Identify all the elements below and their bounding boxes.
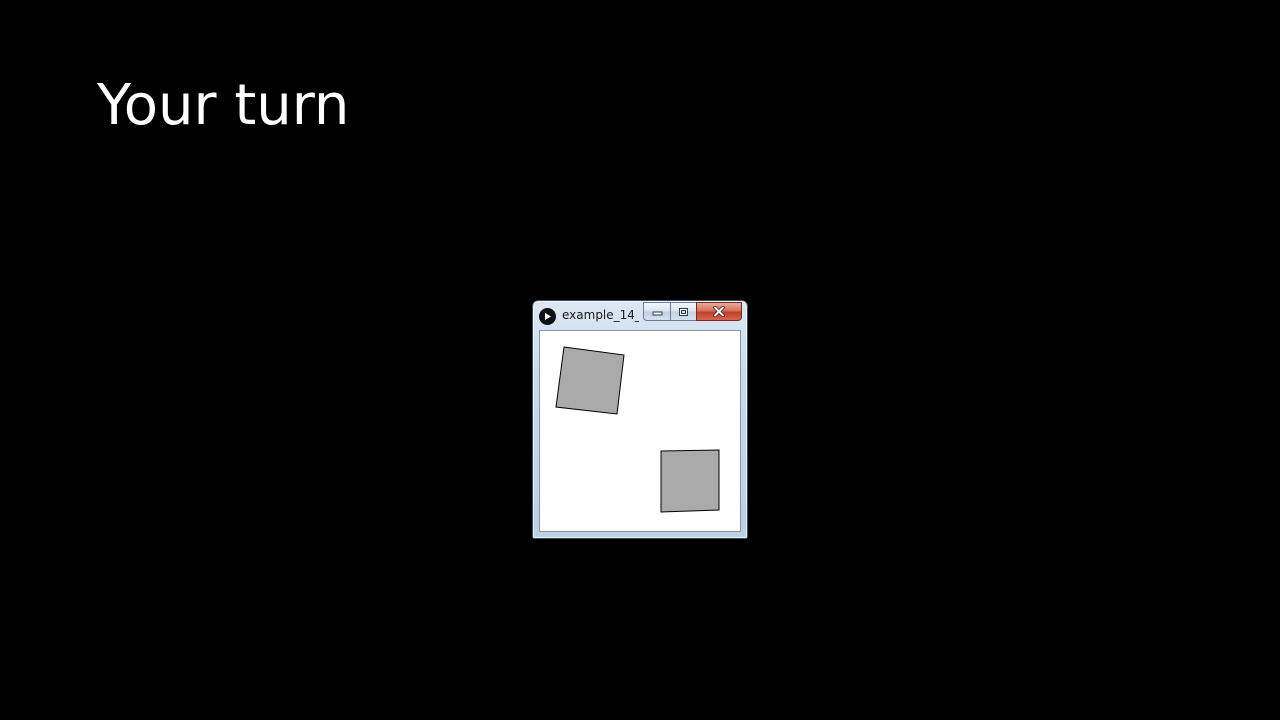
close-button[interactable]: [696, 302, 742, 321]
app-window: example_14_...: [532, 300, 748, 539]
close-icon: [713, 306, 725, 317]
sketch-canvas[interactable]: [539, 330, 741, 532]
rotated-square-top-left: [555, 346, 625, 415]
minimize-icon: [652, 311, 662, 316]
minimize-button[interactable]: [643, 302, 670, 321]
play-circle-icon: [539, 308, 556, 325]
maximize-button[interactable]: [670, 302, 696, 321]
rotated-square-bottom-right: [660, 449, 720, 513]
sketch-drawing: [555, 346, 720, 513]
window-titlebar[interactable]: example_14_...: [533, 301, 747, 329]
caption-buttons: [643, 302, 742, 321]
window-title: example_14_...: [562, 308, 639, 322]
slide-title: Your turn: [97, 73, 350, 138]
maximize-icon: [679, 307, 688, 316]
